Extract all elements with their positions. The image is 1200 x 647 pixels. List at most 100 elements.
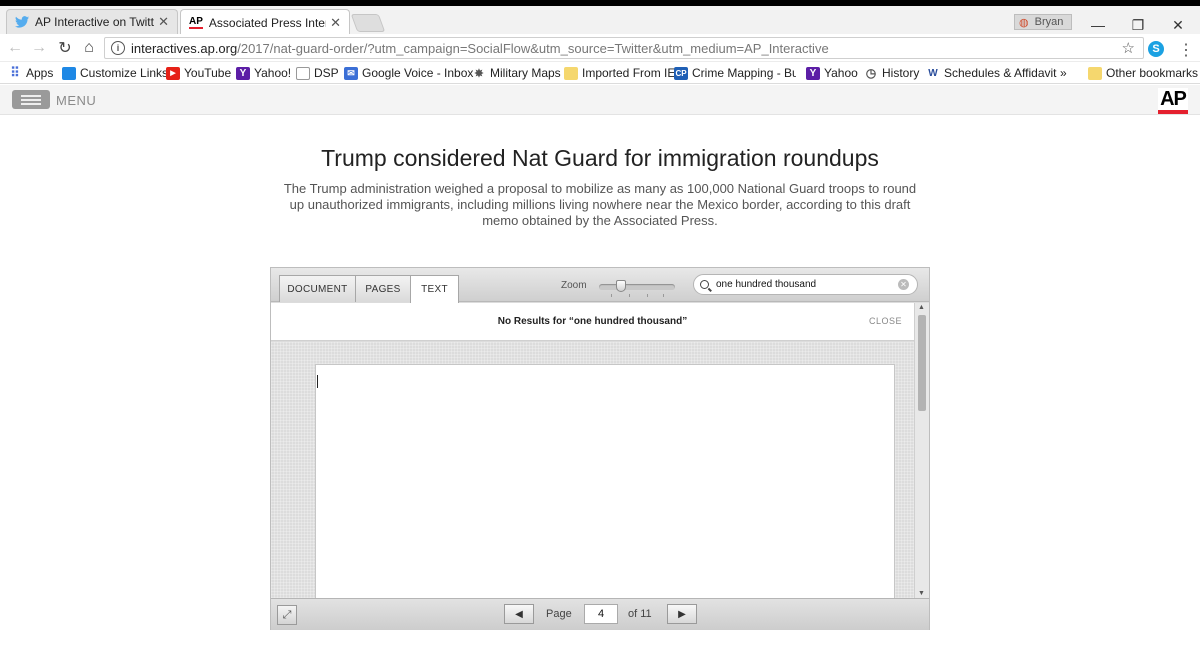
bookmark-label: Yahoo!: [254, 66, 292, 80]
google-voice-icon: ✉: [344, 66, 358, 80]
reload-button[interactable]: ↻: [54, 38, 76, 58]
search-value: one hundred thousand: [716, 279, 817, 290]
document-canvas: [271, 342, 914, 598]
document-page[interactable]: [315, 364, 895, 598]
bookmark-label: Yahoo: [824, 66, 858, 80]
viewer-scrollbar[interactable]: ▲ ▼: [914, 303, 929, 598]
page-label: Page: [546, 608, 572, 620]
site-menu-bar: MENU AP: [0, 85, 1200, 115]
bookmark-label: DSP: [314, 66, 339, 80]
bookmark-dsp[interactable]: DSP: [296, 65, 339, 81]
bookmark-star-icon[interactable]: ☆: [1122, 39, 1135, 57]
document-viewer: DOCUMENT PAGES TEXT Zoom one hundred tho…: [270, 267, 930, 630]
bookmarks-bar: ⠿ Apps Customize Links ▶ YouTube Y Yahoo…: [0, 62, 1200, 84]
ap-logo[interactable]: AP: [1158, 88, 1188, 114]
bookmark-schedules-affidavits[interactable]: W Schedules & Affidavit: [926, 65, 1057, 81]
bookmarks-overflow-button[interactable]: »: [1060, 65, 1067, 81]
bookmark-military-maps[interactable]: ✸ Military Maps: [472, 65, 561, 81]
no-results-message: No Results for “one hundred thousand”: [497, 316, 688, 327]
tab-pages[interactable]: PAGES: [355, 275, 411, 302]
new-tab-button[interactable]: [350, 14, 386, 32]
next-page-button[interactable]: ▶: [667, 604, 697, 624]
tab-text[interactable]: TEXT: [410, 275, 459, 303]
ap-favicon: AP: [189, 15, 203, 29]
page-title: Trump considered Nat Guard for immigrati…: [321, 145, 879, 171]
bookmark-label: Customize Links: [80, 66, 169, 80]
article-summary: The Trump administration weighed a propo…: [283, 181, 917, 228]
close-tab-icon[interactable]: ✕: [330, 15, 341, 31]
document-search-input[interactable]: one hundred thousand ✕: [693, 274, 918, 295]
tab-title: AP Interactive on Twitter: [35, 15, 155, 29]
tab-associated-press-interactive[interactable]: AP Associated Press Interactive ✕: [180, 9, 350, 35]
zoom-label: Zoom: [561, 280, 587, 291]
page-icon: [296, 66, 310, 80]
yahoo-icon: Y: [236, 66, 250, 80]
bookmark-crime-mapping[interactable]: CP Crime Mapping - Buil: [674, 65, 796, 81]
bookmark-label: Imported From IE: [582, 66, 676, 80]
yahoo-icon: Y: [806, 66, 820, 80]
forward-button[interactable]: →: [28, 38, 50, 58]
youtube-icon: ▶: [166, 66, 180, 80]
windows-icon: [62, 66, 76, 80]
scroll-up-icon[interactable]: ▲: [918, 304, 925, 311]
tab-title: Associated Press Interactive: [208, 15, 326, 30]
bookmark-label: »: [1060, 66, 1067, 80]
bookmark-customize-links[interactable]: Customize Links: [62, 65, 168, 81]
bookmark-label: Military Maps: [490, 66, 561, 80]
bookmark-imported-from-ie[interactable]: Imported From IE: [564, 65, 675, 81]
scrollbar-thumb[interactable]: [918, 315, 926, 411]
fullscreen-icon[interactable]: ⤢: [277, 605, 297, 625]
scroll-down-icon[interactable]: ▼: [918, 590, 925, 597]
bookmark-yahoo-2[interactable]: Y Yahoo: [806, 65, 858, 81]
url-host: interactives.ap.org: [131, 40, 238, 56]
bookmark-label: Apps: [26, 66, 54, 80]
viewer-toolbar: DOCUMENT PAGES TEXT Zoom one hundred tho…: [271, 268, 929, 303]
history-icon: ◷: [865, 66, 877, 80]
bookmark-label: Crime Mapping - Buil: [692, 66, 796, 80]
profile-icon: ◍: [1019, 16, 1029, 29]
close-results-button[interactable]: CLOSE: [869, 316, 902, 326]
info-icon[interactable]: i: [111, 41, 125, 55]
zoom-slider[interactable]: [599, 280, 675, 297]
zoom-tick: [611, 294, 612, 297]
zoom-tick: [647, 294, 648, 297]
bookmark-youtube[interactable]: ▶ YouTube: [166, 65, 231, 81]
folder-icon: [564, 66, 578, 80]
page-number-input[interactable]: 4: [584, 604, 618, 624]
crime-mapping-icon: CP: [674, 66, 688, 80]
previous-page-button[interactable]: ◀: [504, 604, 534, 624]
browser-menu-icon[interactable]: ⋮: [1178, 40, 1194, 60]
search-icon: [700, 280, 709, 289]
bookmark-label: Google Voice - Inbox: [362, 66, 474, 80]
zoom-tick: [629, 294, 630, 297]
bookmark-yahoo-1[interactable]: Y Yahoo!: [236, 65, 291, 81]
zoom-slider-thumb[interactable]: [616, 280, 626, 292]
profile-name: Bryan: [1034, 16, 1064, 28]
back-button[interactable]: ←: [4, 38, 26, 58]
browser-tab-bar: AP Interactive on Twitter ✕ AP Associate…: [0, 6, 1200, 35]
clear-search-icon[interactable]: ✕: [898, 279, 909, 290]
url-bar[interactable]: i interactives.ap.org /2017/nat-guard-or…: [104, 37, 1144, 59]
profile-button[interactable]: ◍ Bryan: [1014, 14, 1072, 30]
menu-label[interactable]: MENU: [56, 93, 96, 108]
viewer-pagination-bar: ⤢ ◀ Page 4 of 11 ▶: [271, 598, 929, 630]
bookmark-history[interactable]: ◷ History: [864, 65, 920, 81]
bookmark-label: YouTube: [184, 66, 232, 80]
bookmark-other-bookmarks[interactable]: Other bookmarks: [1088, 65, 1198, 81]
bookmark-google-voice[interactable]: ✉ Google Voice - Inbox: [344, 65, 473, 81]
tab-document[interactable]: DOCUMENT: [279, 275, 356, 302]
twitter-icon: [15, 16, 29, 28]
hamburger-menu-icon[interactable]: [12, 90, 50, 109]
text-cursor: [317, 375, 318, 388]
bookmark-label: History: [882, 66, 920, 80]
search-results-bar: No Results for “one hundred thousand” CL…: [271, 303, 914, 341]
home-button[interactable]: ⌂: [78, 38, 100, 58]
tab-ap-interactive-twitter[interactable]: AP Interactive on Twitter ✕: [6, 9, 178, 34]
skype-icon[interactable]: S: [1148, 41, 1164, 57]
apps-grid-icon: ⠿: [10, 65, 20, 80]
close-tab-icon[interactable]: ✕: [158, 14, 169, 30]
folder-icon: [1088, 66, 1102, 80]
bookmark-apps[interactable]: ⠿ Apps: [8, 65, 53, 81]
bookmark-label: Schedules & Affidavit: [944, 66, 1057, 80]
url-path: /2017/nat-guard-order/?utm_campaign=Soci…: [237, 40, 829, 56]
